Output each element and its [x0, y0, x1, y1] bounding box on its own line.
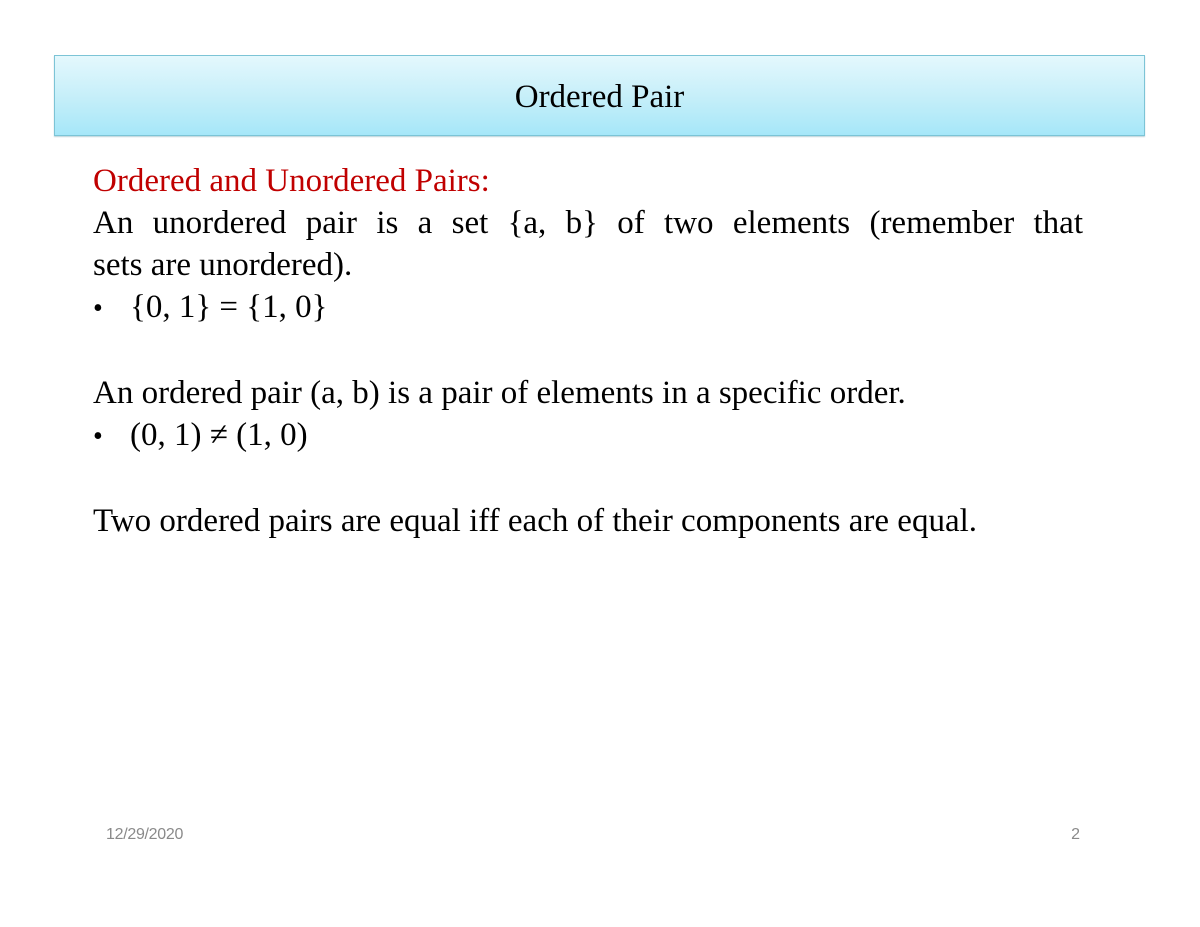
unordered-pair-definition-line1: An unordered pair is a set {a, b} of two…: [93, 205, 1083, 241]
bullet-text: {0, 1} = {1, 0}: [130, 289, 328, 325]
slide-title: Ordered Pair: [514, 79, 685, 115]
bullet-icon: •: [93, 293, 103, 324]
section-heading: Ordered and Unordered Pairs:: [93, 163, 490, 199]
equality-statement: Two ordered pairs are equal iff each of …: [93, 503, 978, 539]
slide-title-box: Ordered Pair: [54, 55, 1145, 136]
bullet-text: (0, 1) ≠ (1, 0): [130, 417, 308, 453]
footer-page-number: 2: [1071, 826, 1080, 843]
bullet-item-unordered-example: • {0, 1} = {1, 0}: [93, 286, 1083, 330]
footer-date: 12/29/2020: [106, 826, 184, 843]
bullet-item-ordered-example: • (0, 1) ≠ (1, 0): [93, 414, 1083, 458]
slide-content: Ordered and Unordered Pairs: An unordere…: [93, 160, 1083, 542]
ordered-pair-definition: An ordered pair (a, b) is a pair of elem…: [93, 375, 906, 411]
unordered-pair-definition-line2: sets are unordered).: [93, 247, 353, 283]
bullet-icon: •: [93, 421, 103, 452]
